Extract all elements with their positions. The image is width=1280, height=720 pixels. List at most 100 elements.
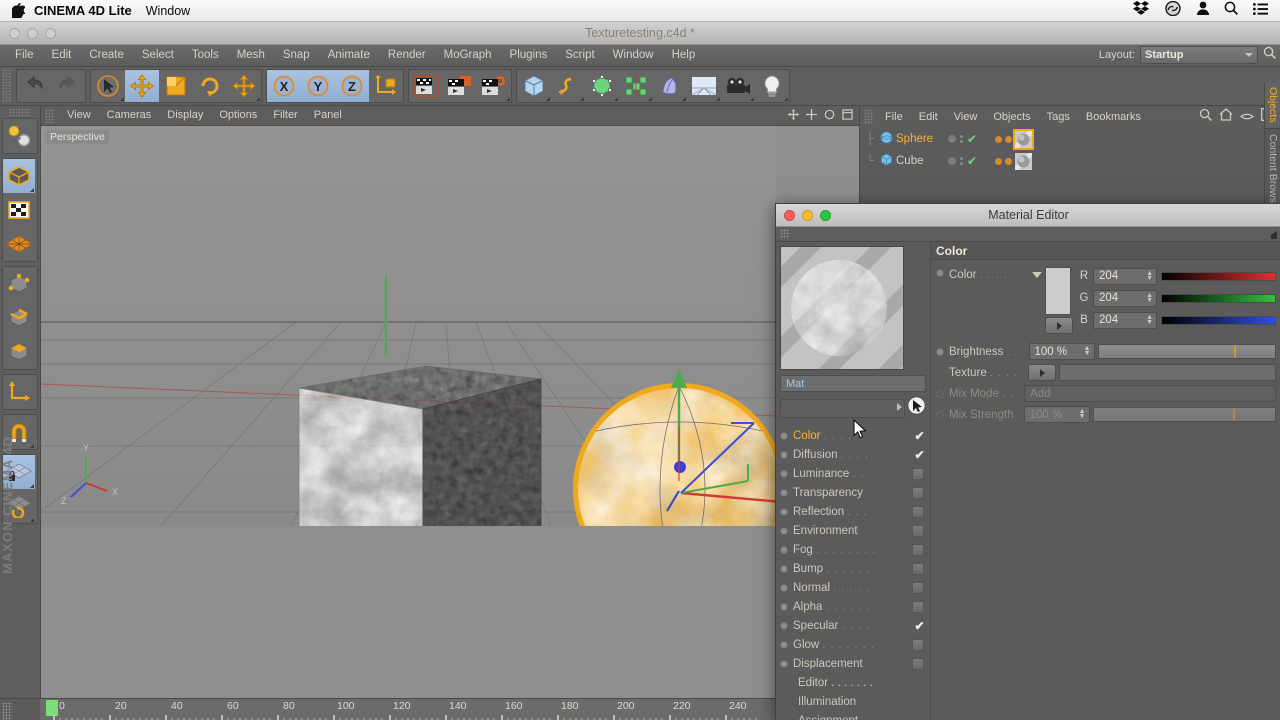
channel-alpha[interactable]: Alpha . . . . . . [780, 597, 926, 616]
viewport-menu-display[interactable]: Display [159, 106, 211, 125]
enabled-check[interactable]: ✔ [967, 154, 977, 168]
menu-create[interactable]: Create [80, 45, 133, 66]
menu-plugins[interactable]: Plugins [501, 45, 557, 66]
y-axis-lock[interactable]: Y [301, 70, 335, 102]
channel-assignment[interactable]: Assignment [780, 711, 926, 720]
om-menu-bookmarks[interactable]: Bookmarks [1078, 111, 1149, 123]
menu-window[interactable]: Window [604, 45, 663, 66]
channel-checkbox[interactable] [912, 562, 924, 575]
om-menu-file[interactable]: File [877, 111, 911, 123]
user-icon[interactable] [1197, 1, 1209, 20]
material-path-field[interactable] [780, 398, 905, 418]
channel-bump[interactable]: Bump . . . . . . [780, 559, 926, 578]
mac-window-menu[interactable]: Window [146, 0, 201, 22]
channel-fog[interactable]: Fog . . . . . . . . [780, 540, 926, 559]
viewport-rotate-icon[interactable] [824, 107, 835, 125]
channel-luminance[interactable]: Luminance . . [780, 464, 926, 483]
material-name-field[interactable]: Mat [780, 375, 926, 392]
menu-tools[interactable]: Tools [183, 45, 228, 66]
texture-browse-button[interactable] [1028, 364, 1057, 381]
perspective-viewport[interactable]: Perspective Y X Z [41, 126, 859, 698]
left-toolbar-grip[interactable] [9, 108, 31, 116]
r-gradient-slider[interactable] [1161, 271, 1276, 281]
channel-normal[interactable]: Normal . . . . . [780, 578, 926, 597]
material-tag[interactable] [1013, 128, 1034, 150]
channel-checkbox[interactable] [912, 524, 924, 537]
x-axis-lock[interactable]: X [267, 70, 301, 102]
channel-illumination[interactable]: Illumination [780, 692, 926, 711]
texture-field[interactable] [1059, 364, 1276, 381]
viewport-menu-cameras[interactable]: Cameras [99, 106, 160, 125]
b-field[interactable]: 204 ▲ ▼ [1093, 311, 1157, 329]
channel-checkbox[interactable] [912, 505, 924, 518]
channel-editor[interactable]: Editor . . . . . . . [780, 673, 926, 692]
make-editable-button[interactable] [3, 119, 35, 153]
app-name-menu[interactable]: CINEMA 4D Lite [34, 0, 146, 22]
mix-mode-field[interactable]: Add [1024, 385, 1276, 402]
visibility-dot[interactable] [948, 135, 956, 143]
stepper-icon[interactable]: ▲ ▼ [1084, 345, 1091, 357]
render-settings-button[interactable] [477, 70, 511, 102]
channel-checkbox[interactable] [912, 486, 924, 499]
menu-animate[interactable]: Animate [319, 45, 379, 66]
workplane-mode-button[interactable] [3, 227, 35, 261]
search-icon[interactable] [1199, 108, 1212, 126]
om-menu-view[interactable]: View [946, 111, 986, 123]
channel-checkbox[interactable] [912, 657, 924, 670]
tab-objects[interactable]: Objects [1264, 82, 1280, 129]
menu-mesh[interactable]: Mesh [228, 45, 274, 66]
z-axis-lock[interactable]: Z [335, 70, 369, 102]
color-swatch[interactable] [1045, 267, 1071, 315]
list-icon[interactable] [1253, 2, 1268, 20]
search-icon[interactable] [1224, 1, 1239, 20]
axis-mode-button[interactable] [3, 375, 35, 409]
add-subdivision-button[interactable] [585, 70, 619, 102]
channel-checkbox[interactable] [912, 543, 924, 556]
channel-diffusion[interactable]: Diffusion . . . . ✔ [780, 445, 926, 464]
axis-move-tool[interactable] [227, 70, 261, 102]
viewport-menu-panel[interactable]: Panel [306, 106, 350, 125]
redo-button[interactable] [51, 70, 85, 102]
timeline-grip[interactable] [2, 702, 12, 720]
b-gradient-slider[interactable] [1161, 315, 1276, 325]
material-picker-button[interactable] [907, 396, 926, 420]
menu-select[interactable]: Select [133, 45, 183, 66]
add-mograph-button[interactable] [619, 70, 653, 102]
channel-specular[interactable]: Specular . . . . ✔ [780, 616, 926, 635]
material-preview[interactable] [745, 211, 947, 413]
creative-cloud-icon[interactable] [1164, 0, 1182, 21]
channel-checkbox[interactable]: ✔ [913, 619, 926, 633]
menu-help[interactable]: Help [663, 45, 705, 66]
om-menu-objects[interactable]: Objects [985, 111, 1038, 123]
channel-transparency[interactable]: Transparency [780, 483, 926, 502]
stepper-icon[interactable]: ▲ ▼ [1146, 292, 1153, 304]
object-row-sphere[interactable]: ├ Sphere ✔ [860, 128, 1280, 150]
me-grip[interactable] [780, 229, 790, 239]
viewport-maximize-icon[interactable] [842, 107, 853, 125]
viewport-menu-filter[interactable]: Filter [265, 106, 305, 125]
visibility-dot[interactable] [948, 157, 956, 165]
world-object-coord[interactable] [369, 70, 403, 102]
menu-snap[interactable]: Snap [274, 45, 319, 66]
channel-displacement[interactable]: Displacement [780, 654, 926, 673]
channel-glow[interactable]: Glow . . . . . . . [780, 635, 926, 654]
viewport-menu-grip[interactable] [45, 108, 55, 123]
render-view-button[interactable] [409, 70, 443, 102]
material-tag[interactable] [1013, 150, 1034, 172]
toolbar-grip[interactable] [2, 69, 12, 103]
texture-mode-button[interactable] [3, 193, 35, 227]
stepper-icon[interactable]: ▲ ▼ [1079, 408, 1086, 420]
move-tool[interactable] [125, 70, 159, 102]
channel-reflection[interactable]: Reflection . . . [780, 502, 926, 521]
menu-script[interactable]: Script [556, 45, 603, 66]
model-mode-button[interactable] [3, 159, 35, 193]
add-cube-button[interactable] [517, 70, 551, 102]
add-floor-button[interactable] [687, 70, 721, 102]
g-gradient-slider[interactable] [1161, 293, 1276, 303]
visibility-toggles[interactable] [960, 157, 963, 165]
edges-mode-button[interactable] [3, 301, 35, 335]
points-mode-button[interactable] [3, 267, 35, 301]
channel-checkbox[interactable]: ✔ [913, 429, 926, 443]
channel-color[interactable]: Color . . . . ✔ [780, 426, 926, 445]
channel-environment[interactable]: Environment [780, 521, 926, 540]
